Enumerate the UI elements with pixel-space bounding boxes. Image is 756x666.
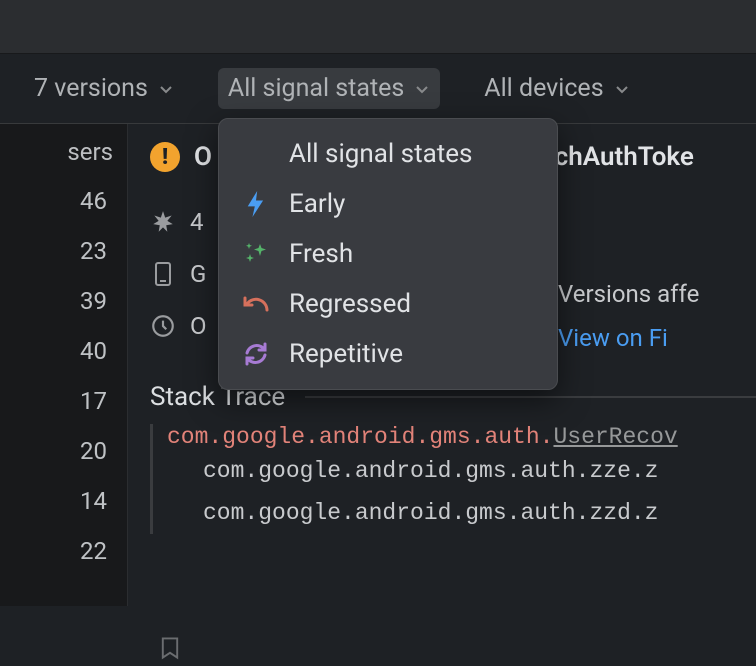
filter-devices[interactable]: All devices: [474, 68, 639, 109]
list-item[interactable]: 46: [0, 176, 127, 226]
list-item[interactable]: 40: [0, 326, 127, 376]
filter-signal-states[interactable]: All signal states: [218, 68, 440, 109]
list-item[interactable]: 22: [0, 526, 127, 576]
dropdown-item-label: Repetitive: [289, 339, 403, 369]
filter-devices-label: All devices: [484, 74, 603, 103]
list-item[interactable]: 17: [0, 376, 127, 426]
divider: [305, 396, 756, 398]
dropdown-item-label: All signal states: [289, 139, 472, 169]
trace-package: com.google.android.gms.auth.: [167, 424, 553, 450]
meta-events-text: 4: [190, 196, 204, 248]
dropdown-item-repetitive[interactable]: Repetitive: [219, 329, 557, 379]
top-banner: [0, 0, 756, 54]
warning-icon: !: [150, 142, 180, 172]
dropdown-item-early[interactable]: Early: [219, 179, 557, 229]
right-meta: Versions affe View on Fi: [558, 280, 699, 352]
dropdown-item-regressed[interactable]: Regressed: [219, 279, 557, 329]
chevron-down-icon: [614, 81, 630, 97]
meta-device-text: G: [190, 248, 206, 300]
filter-versions-label: 7 versions: [34, 74, 148, 103]
sparkle-icon: [241, 239, 271, 269]
dropdown-item-all[interactable]: All signal states: [219, 129, 557, 179]
blank-icon: [241, 139, 271, 169]
issue-title-suffix: tchAuthToke: [546, 142, 694, 172]
cycle-icon: [241, 339, 271, 369]
undo-icon: [241, 289, 271, 319]
view-on-link[interactable]: View on Fi: [558, 324, 699, 352]
dropdown-item-fresh[interactable]: Fresh: [219, 229, 557, 279]
burst-icon: [150, 209, 176, 235]
dropdown-item-label: Early: [289, 189, 345, 219]
versions-affected-label: Versions affe: [558, 280, 699, 308]
list-item[interactable]: 39: [0, 276, 127, 326]
chevron-down-icon: [158, 81, 174, 97]
meta-time-text: O: [190, 300, 207, 352]
chevron-down-icon: [414, 81, 430, 97]
clock-icon: [150, 313, 176, 339]
dropdown-item-label: Regressed: [289, 289, 411, 319]
filter-versions[interactable]: 7 versions: [24, 68, 184, 109]
stack-trace: com.google.android.gms.auth.UserRecov co…: [150, 424, 756, 534]
issue-list-sidebar: sers 46 23 39 40 17 20 14 22: [0, 124, 128, 606]
list-item[interactable]: 20: [0, 426, 127, 476]
signal-states-dropdown: All signal states Early Fresh Regressed …: [218, 118, 558, 390]
trace-class: UserRecov: [553, 424, 677, 450]
filter-signal-states-label: All signal states: [228, 74, 404, 103]
bolt-icon: [241, 189, 271, 219]
device-icon: [150, 261, 176, 287]
trace-frame[interactable]: com.google.android.gms.auth.zzd.z: [167, 492, 756, 534]
column-header-users: sers: [0, 138, 127, 176]
trace-exception-line[interactable]: com.google.android.gms.auth.UserRecov: [167, 424, 756, 450]
filter-bar: 7 versions All signal states All devices: [0, 54, 756, 124]
list-item[interactable]: 14: [0, 476, 127, 526]
trace-frame[interactable]: com.google.android.gms.auth.zze.z: [167, 450, 756, 492]
dropdown-item-label: Fresh: [289, 239, 353, 269]
issue-title-prefix: O: [194, 142, 212, 172]
bookmark-icon[interactable]: [160, 636, 180, 666]
list-item[interactable]: 23: [0, 226, 127, 276]
